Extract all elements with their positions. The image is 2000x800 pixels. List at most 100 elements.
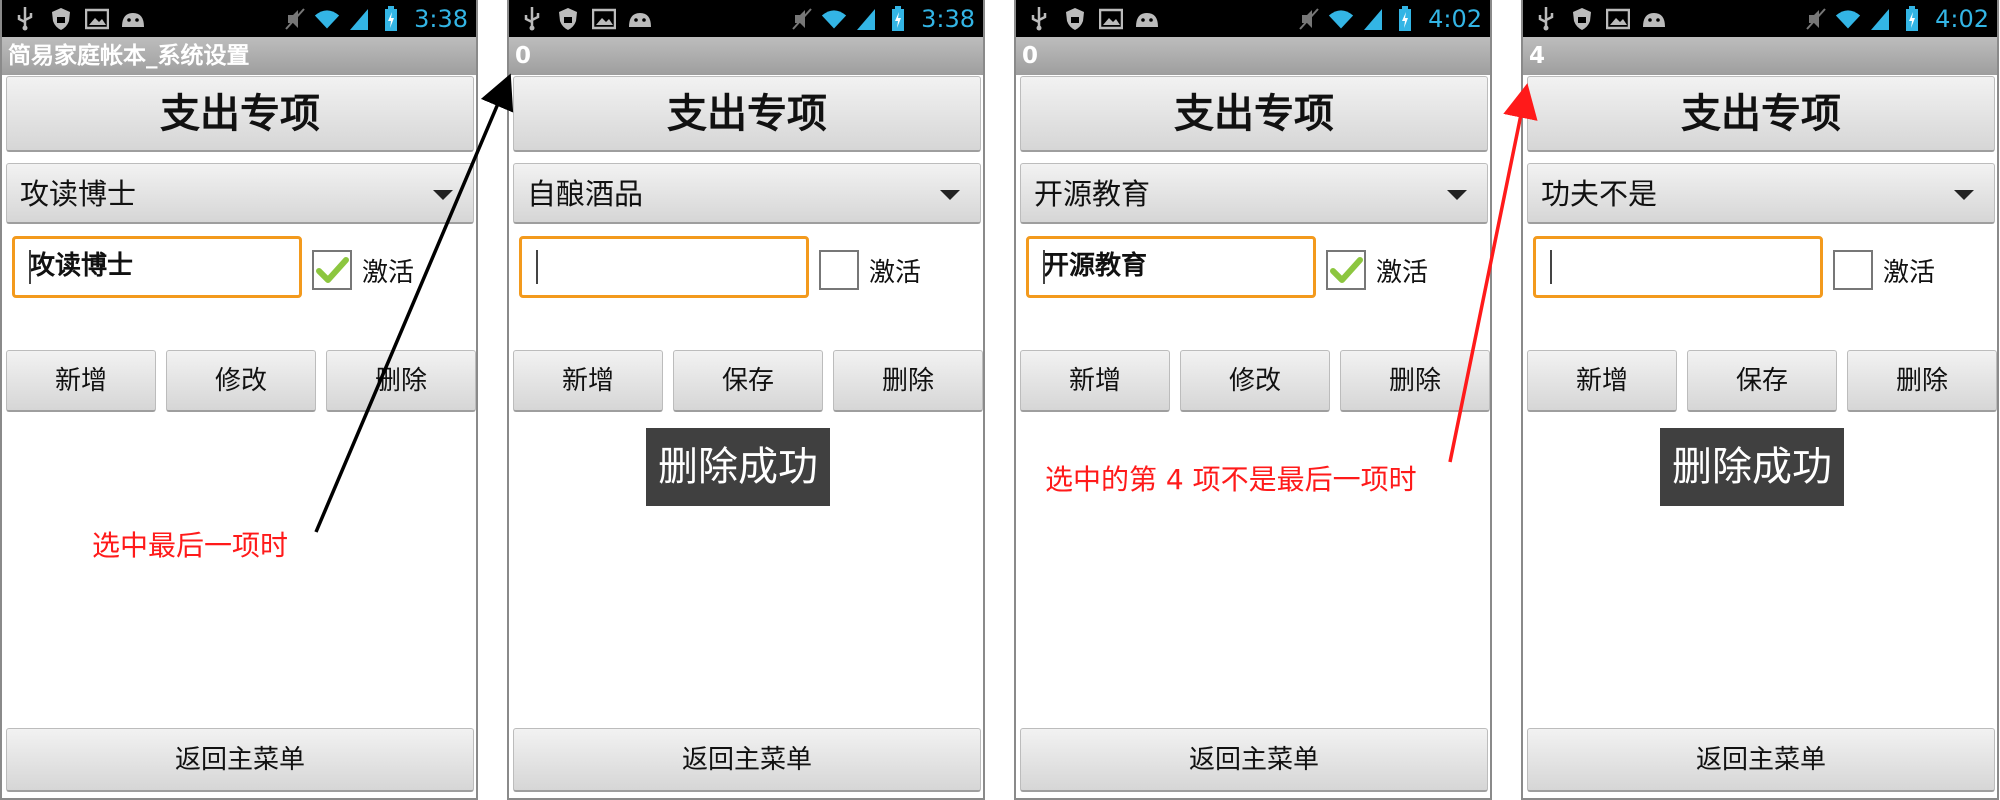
usb-icon [519, 6, 545, 32]
battery-charging-icon [885, 6, 911, 32]
image-icon [1098, 6, 1124, 32]
shield-icon [48, 6, 74, 32]
edit-button[interactable]: 修改 [166, 350, 316, 412]
toast-message: 删除成功 [646, 428, 830, 506]
activate-label: 激活 [362, 258, 415, 288]
android-icon [120, 6, 146, 32]
notification-icons [1026, 6, 1160, 32]
signal-icon [853, 6, 879, 32]
activate-checkbox[interactable] [1833, 250, 1873, 290]
battery-charging-icon [1392, 6, 1418, 32]
status-time: 4:02 [1935, 5, 1989, 33]
title-bar: 0 [509, 37, 983, 75]
status-time: 3:38 [414, 5, 468, 33]
expense-category-header-button[interactable]: 支出专项 [6, 76, 474, 152]
back-to-main-menu-button[interactable]: 返回主菜单 [513, 728, 981, 792]
checkmark-icon [1330, 257, 1363, 283]
annotation-text: 选中的第 4 项不是最后一项时 [1045, 463, 1417, 496]
spinner-selected-value: 功夫不是 [1541, 177, 1658, 211]
wifi-icon [314, 6, 340, 32]
title-bar: 4 [1523, 37, 1997, 75]
back-to-main-menu-button[interactable]: 返回主菜单 [6, 728, 474, 792]
input-value: 攻读博士 [29, 251, 134, 281]
spinner-selected-value: 攻读博士 [20, 177, 137, 211]
save-button[interactable]: 保存 [673, 350, 823, 412]
system-icons: 3:38 [282, 4, 468, 34]
expense-category-header-button[interactable]: 支出专项 [1527, 76, 1995, 152]
dropdown-arrow-icon [1954, 190, 1974, 200]
image-icon [591, 6, 617, 32]
activate-checkbox[interactable] [819, 250, 859, 290]
notification-icons [12, 6, 146, 32]
delete-button[interactable]: 删除 [833, 350, 983, 412]
shield-icon [555, 6, 581, 32]
usb-icon [1533, 6, 1559, 32]
text-cursor [29, 250, 31, 284]
category-name-input[interactable]: 开源教育 [1026, 236, 1316, 298]
checkmark-icon [316, 257, 349, 283]
phone-screen-1: 3:38 简易家庭帐本_系统设置 支出专项 攻读博士 攻读博士 激活 新增 修改… [0, 0, 478, 800]
expense-category-header-button[interactable]: 支出专项 [1020, 76, 1488, 152]
category-name-input[interactable]: 攻读博士 [12, 236, 302, 298]
mute-icon [1803, 6, 1829, 32]
system-icons: 4:02 [1803, 4, 1989, 34]
battery-charging-icon [378, 6, 404, 32]
toast-message: 删除成功 [1660, 428, 1844, 506]
delete-button[interactable]: 删除 [326, 350, 476, 412]
add-button[interactable]: 新增 [6, 350, 156, 412]
back-to-main-menu-button[interactable]: 返回主菜单 [1527, 728, 1995, 792]
category-spinner[interactable]: 功夫不是 [1527, 163, 1995, 224]
system-icons: 4:02 [1296, 4, 1482, 34]
image-icon [1605, 6, 1631, 32]
activate-checkbox[interactable] [312, 250, 352, 290]
back-to-main-menu-button[interactable]: 返回主菜单 [1020, 728, 1488, 792]
category-spinner[interactable]: 自酿酒品 [513, 163, 981, 224]
phone-screen-3: 4:02 0 支出专项 开源教育 开源教育 激活 新增 修改 删除 选中的第 4… [1014, 0, 1492, 800]
delete-button[interactable]: 删除 [1340, 350, 1490, 412]
activate-label: 激活 [1883, 258, 1936, 288]
android-icon [627, 6, 653, 32]
title-bar: 简易家庭帐本_系统设置 [2, 37, 476, 75]
status-time: 4:02 [1428, 5, 1482, 33]
system-icons: 3:38 [789, 4, 975, 34]
category-name-input[interactable] [519, 236, 809, 298]
spinner-selected-value: 自酿酒品 [527, 177, 644, 211]
activate-label: 激活 [869, 258, 922, 288]
annotation-text: 选中最后一项时 [92, 529, 289, 562]
category-spinner[interactable]: 开源教育 [1020, 163, 1488, 224]
shield-icon [1062, 6, 1088, 32]
notification-icons [519, 6, 653, 32]
wifi-icon [1835, 6, 1861, 32]
dropdown-arrow-icon [433, 190, 453, 200]
save-button[interactable]: 保存 [1687, 350, 1837, 412]
category-name-input[interactable] [1533, 236, 1823, 298]
mute-icon [789, 6, 815, 32]
text-cursor [1550, 250, 1552, 284]
expense-category-header-button[interactable]: 支出专项 [513, 76, 981, 152]
usb-icon [12, 6, 38, 32]
spinner-selected-value: 开源教育 [1034, 177, 1151, 211]
signal-icon [346, 6, 372, 32]
title-bar: 0 [1016, 37, 1490, 75]
add-button[interactable]: 新增 [513, 350, 663, 412]
android-icon [1641, 6, 1667, 32]
status-bar: 4:02 [1523, 0, 1997, 37]
add-button[interactable]: 新增 [1527, 350, 1677, 412]
category-spinner[interactable]: 攻读博士 [6, 163, 474, 224]
phone-screen-4: 4:02 4 支出专项 功夫不是 激活 新增 保存 删除 删除成功 返回主菜单 [1521, 0, 1999, 800]
edit-button[interactable]: 修改 [1180, 350, 1330, 412]
add-button[interactable]: 新增 [1020, 350, 1170, 412]
dropdown-arrow-icon [1447, 190, 1467, 200]
wifi-icon [821, 6, 847, 32]
battery-charging-icon [1899, 6, 1925, 32]
image-icon [84, 6, 110, 32]
activate-checkbox[interactable] [1326, 250, 1366, 290]
dropdown-arrow-icon [940, 190, 960, 200]
activate-label: 激活 [1376, 258, 1429, 288]
usb-icon [1026, 6, 1052, 32]
delete-button[interactable]: 删除 [1847, 350, 1997, 412]
status-bar: 3:38 [509, 0, 983, 37]
text-cursor [1043, 250, 1045, 284]
signal-icon [1360, 6, 1386, 32]
status-bar: 4:02 [1016, 0, 1490, 37]
